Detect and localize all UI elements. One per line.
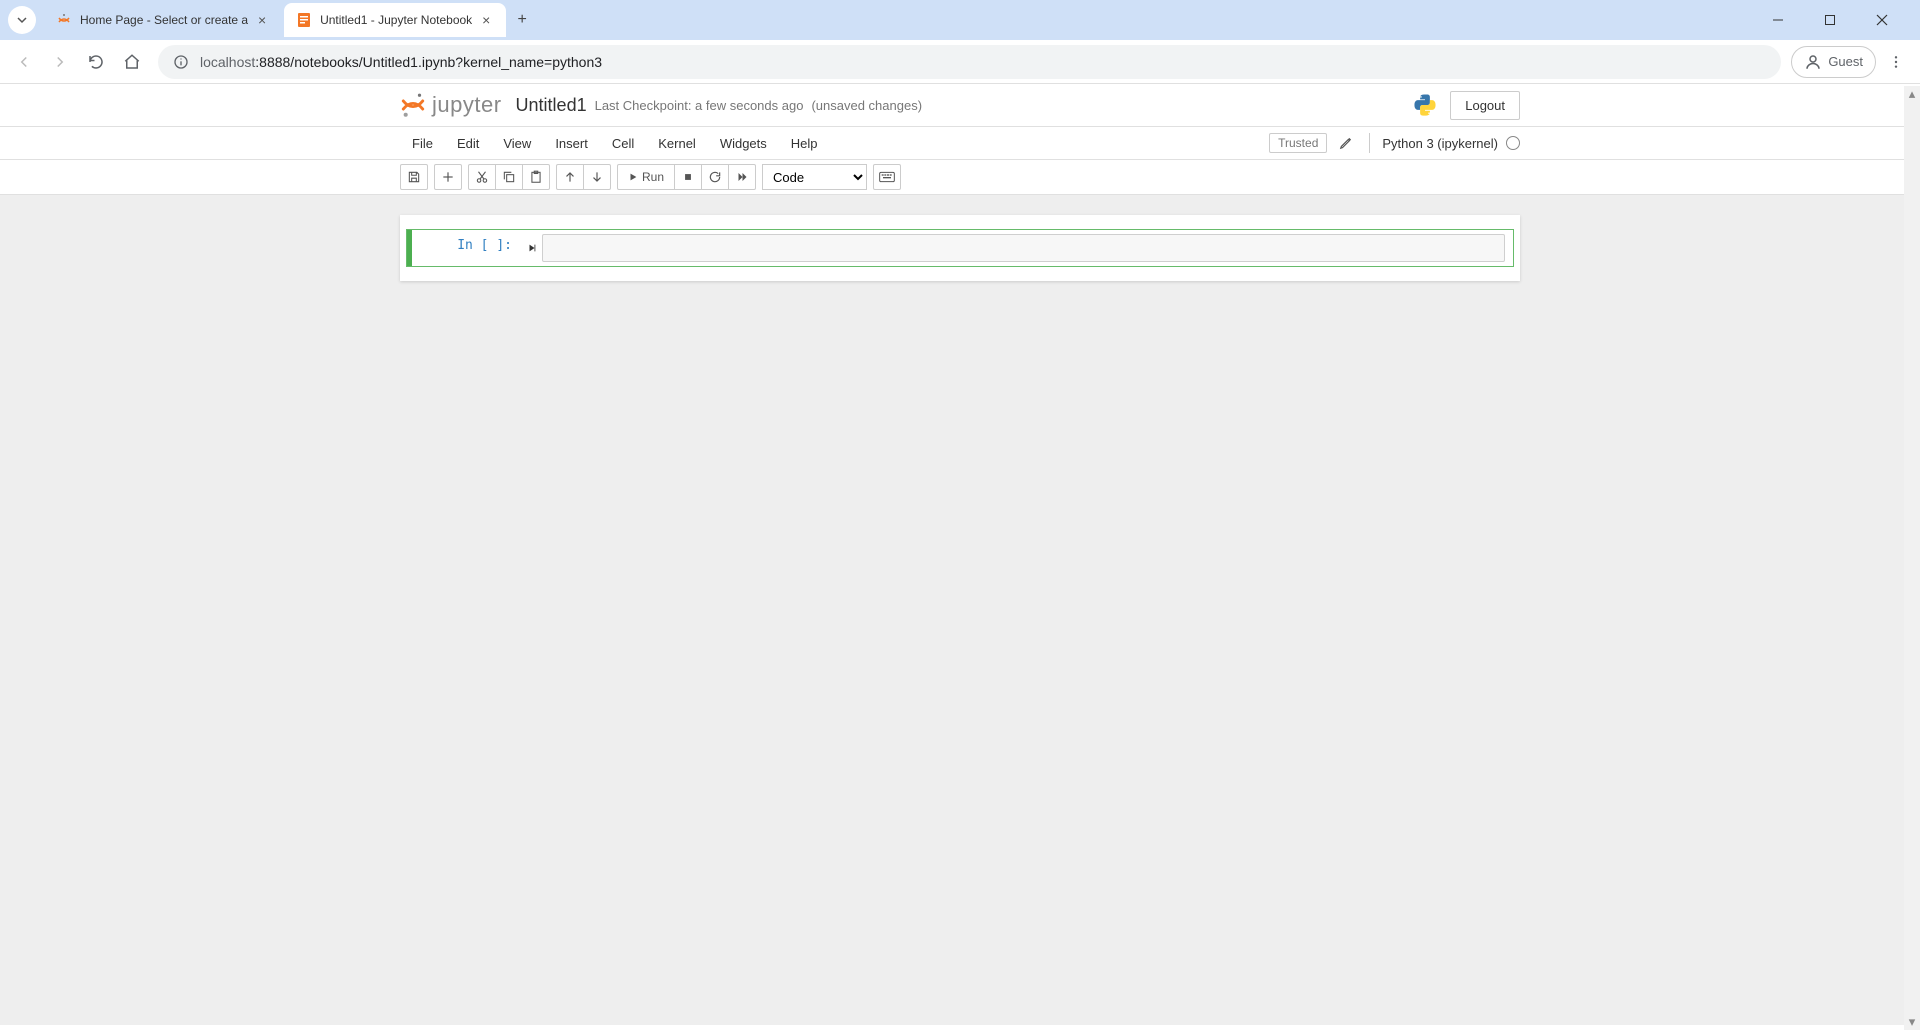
menubar: File Edit View Insert Cell Kernel Widget… (400, 127, 1520, 159)
url-input[interactable]: localhost:8888/notebooks/Untitled1.ipynb… (158, 45, 1781, 79)
notebook-container: In [ ]: (400, 215, 1520, 281)
menu-edit[interactable]: Edit (445, 127, 491, 159)
add-cell-button[interactable] (434, 164, 462, 190)
jupyter-logo-icon (400, 92, 426, 118)
scroll-up-icon[interactable]: ▴ (1904, 86, 1920, 102)
home-button[interactable] (116, 46, 148, 78)
edit-notebook-button[interactable] (1335, 132, 1357, 154)
separator (1369, 133, 1370, 153)
logout-button[interactable]: Logout (1450, 91, 1520, 120)
tab-search-button[interactable] (8, 6, 36, 34)
play-icon (628, 172, 638, 182)
tab-title: Home Page - Select or create a (80, 13, 248, 27)
new-tab-button[interactable]: + (508, 6, 536, 34)
guest-label: Guest (1828, 54, 1863, 69)
menu-kernel[interactable]: Kernel (646, 127, 708, 159)
notebook-favicon-icon (296, 12, 312, 28)
paste-button[interactable] (522, 164, 550, 190)
back-button[interactable] (8, 46, 40, 78)
jupyter-favicon-icon (56, 12, 72, 28)
menu-cell[interactable]: Cell (600, 127, 646, 159)
jupyter-logo-text: jupyter (432, 92, 502, 118)
chevron-down-icon (16, 14, 28, 26)
menu-help[interactable]: Help (779, 127, 830, 159)
close-icon[interactable]: × (478, 12, 494, 28)
menu-view[interactable]: View (491, 127, 543, 159)
browser-chrome: Home Page - Select or create a × Untitle… (0, 0, 1920, 84)
restart-run-all-button[interactable] (728, 164, 756, 190)
toolbar: Run Code (400, 160, 1520, 194)
jupyter-page: jupyter Untitled1 Last Checkpoint: a few… (0, 84, 1920, 1025)
cut-button[interactable] (468, 164, 496, 190)
jupyter-logo[interactable]: jupyter (400, 92, 502, 118)
checkpoint-status: Last Checkpoint: a few seconds ago (595, 98, 804, 113)
move-down-button[interactable] (583, 164, 611, 190)
scroll-down-icon[interactable]: ▾ (1904, 1014, 1920, 1030)
url-text: localhost:8888/notebooks/Untitled1.ipynb… (200, 54, 602, 70)
menu-insert[interactable]: Insert (543, 127, 600, 159)
trusted-indicator[interactable]: Trusted (1269, 133, 1327, 153)
profile-guest-chip[interactable]: Guest (1791, 46, 1876, 78)
save-button[interactable] (400, 164, 428, 190)
notebook-name[interactable]: Untitled1 (516, 95, 587, 116)
menu-widgets[interactable]: Widgets (708, 127, 779, 159)
code-cell[interactable]: In [ ]: (406, 229, 1514, 267)
person-icon (1804, 53, 1822, 71)
copy-button[interactable] (495, 164, 523, 190)
minimize-button[interactable] (1756, 5, 1800, 35)
cell-type-select[interactable]: Code (762, 164, 867, 190)
browser-tab-inactive[interactable]: Home Page - Select or create a × (44, 3, 282, 37)
unsaved-indicator: (unsaved changes) (811, 98, 922, 113)
cell-input[interactable] (542, 234, 1505, 262)
tab-title: Untitled1 - Jupyter Notebook (320, 13, 472, 27)
interrupt-button[interactable] (674, 164, 702, 190)
notebook-header: jupyter Untitled1 Last Checkpoint: a few… (0, 84, 1920, 127)
maximize-button[interactable] (1808, 5, 1852, 35)
scrollbar[interactable]: ▴ ▾ (1904, 86, 1920, 1030)
window-controls (1756, 5, 1912, 35)
reload-button[interactable] (80, 46, 112, 78)
forward-button[interactable] (44, 46, 76, 78)
command-palette-button[interactable] (873, 164, 901, 190)
site-info-icon[interactable] (172, 53, 190, 71)
kernel-status-icon (1506, 136, 1520, 150)
browser-menu-button[interactable] (1880, 46, 1912, 78)
python-logo-icon (1412, 92, 1438, 118)
restart-button[interactable] (701, 164, 729, 190)
notebook-area: In [ ]: (0, 195, 1920, 1025)
close-window-button[interactable] (1860, 5, 1904, 35)
tab-strip: Home Page - Select or create a × Untitle… (0, 0, 1920, 40)
run-button[interactable]: Run (617, 164, 675, 190)
cell-prompt: In [ ]: (412, 230, 522, 266)
menubar-wrap: File Edit View Insert Cell Kernel Widget… (0, 127, 1920, 160)
close-icon[interactable]: × (254, 12, 270, 28)
kernel-name[interactable]: Python 3 (ipykernel) (1382, 136, 1498, 151)
move-up-button[interactable] (556, 164, 584, 190)
browser-tab-active[interactable]: Untitled1 - Jupyter Notebook × (284, 3, 506, 37)
menu-file[interactable]: File (400, 127, 445, 159)
address-bar: localhost:8888/notebooks/Untitled1.ipynb… (0, 40, 1920, 84)
toolbar-wrap: Run Code (0, 160, 1920, 195)
run-label: Run (642, 170, 664, 184)
run-cell-icon[interactable] (522, 230, 542, 266)
